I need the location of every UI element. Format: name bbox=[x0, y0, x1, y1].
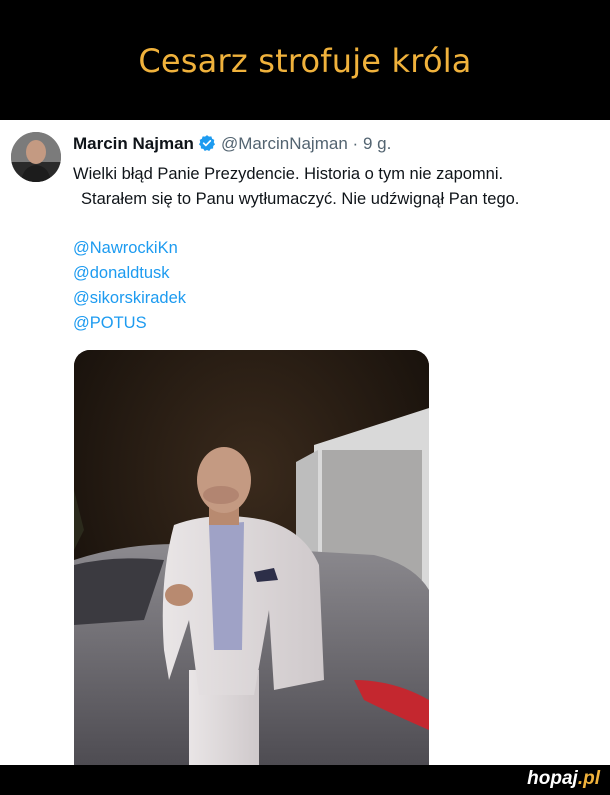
author-handle[interactable]: @MarcinNajman bbox=[221, 134, 348, 153]
tweet-header: Marcin Najman @MarcinNajman · 9 g. bbox=[73, 134, 391, 157]
meme-title: Cesarz strofuje króla bbox=[138, 42, 472, 80]
tweet-text: Wielki błąd Panie Prezydencie. Historia … bbox=[73, 162, 603, 212]
tweet-timestamp[interactable]: 9 g. bbox=[363, 134, 391, 153]
site-watermark-logo: hopaj.pl bbox=[527, 768, 600, 790]
tweet-text-line-1: Wielki błąd Panie Prezydencie. Historia … bbox=[73, 165, 504, 183]
author-name[interactable]: Marcin Najman bbox=[73, 134, 194, 153]
separator-dot: · bbox=[352, 134, 359, 153]
mention-link[interactable]: @NawrockiKn bbox=[73, 236, 186, 261]
mention-link[interactable]: @donaldtusk bbox=[73, 261, 186, 286]
watermark-brand: hopaj bbox=[527, 768, 578, 789]
mention-link[interactable]: @POTUS bbox=[73, 311, 186, 336]
tweet-text-line-2: Starałem się to Panu wytłumaczyć. Nie ud… bbox=[81, 190, 520, 208]
night-parking-photo bbox=[74, 350, 429, 765]
mention-link[interactable]: @sikorskiradek bbox=[73, 286, 186, 311]
watermark-tld: .pl bbox=[577, 768, 600, 789]
watermark-bar: hopaj.pl bbox=[0, 765, 610, 795]
tweet-card[interactable]: Marcin Najman @MarcinNajman · 9 g. Wielki… bbox=[0, 120, 610, 765]
meme-header: Cesarz strofuje króla bbox=[0, 0, 610, 120]
avatar-image bbox=[11, 132, 61, 182]
verified-badge-icon bbox=[198, 134, 216, 157]
avatar[interactable] bbox=[11, 132, 61, 182]
mention-list: @NawrockiKn @donaldtusk @sikorskiradek @… bbox=[73, 236, 186, 336]
tweet-media-photo[interactable] bbox=[74, 350, 429, 765]
